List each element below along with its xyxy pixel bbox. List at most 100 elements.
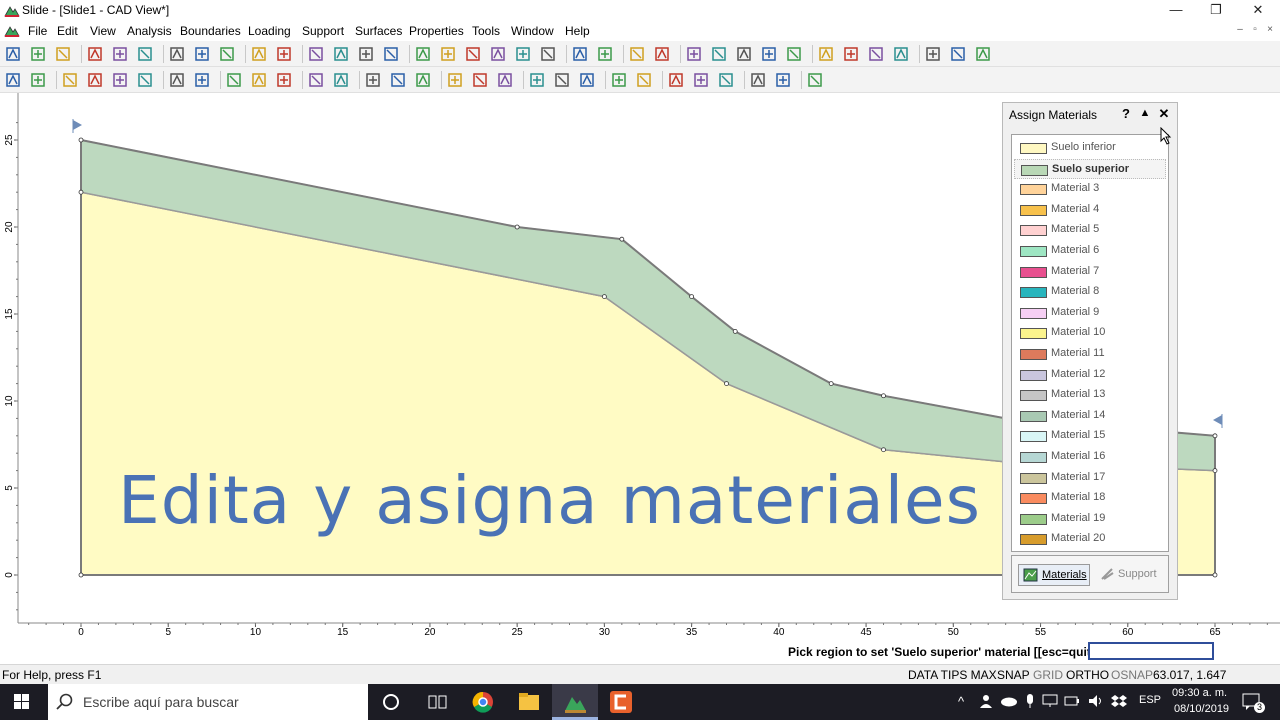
preview-icon[interactable] xyxy=(86,45,104,63)
knife-icon[interactable] xyxy=(892,45,910,63)
colors-icon[interactable] xyxy=(218,45,236,63)
erase-view-icon[interactable] xyxy=(382,45,400,63)
mdi-minimize-button[interactable]: – xyxy=(1232,24,1248,35)
snap2-icon[interactable] xyxy=(974,45,992,63)
save-icon[interactable] xyxy=(54,45,72,63)
cortana-icon[interactable] xyxy=(368,684,414,720)
tool-icon[interactable] xyxy=(332,45,350,63)
flag-icon[interactable] xyxy=(250,71,268,89)
add-vertex-icon[interactable] xyxy=(653,45,671,63)
taskbar-search-box[interactable]: Escribe aquí para buscar xyxy=(48,684,368,720)
ortho-toggle[interactable]: ORTHO xyxy=(1066,668,1109,682)
zoom-all-icon[interactable] xyxy=(414,45,432,63)
line-draw-icon[interactable] xyxy=(446,71,464,89)
menu-support[interactable]: Support xyxy=(302,23,344,39)
data-tips-toggle[interactable]: DATA TIPS MAX xyxy=(908,668,997,682)
camera-icon[interactable] xyxy=(357,45,375,63)
material-a-icon[interactable] xyxy=(86,71,104,89)
collapse-button[interactable]: ▲ xyxy=(1138,107,1152,119)
pencil-icon[interactable] xyxy=(528,71,546,89)
slope-icon[interactable] xyxy=(628,45,646,63)
arrow-draw-icon[interactable] xyxy=(471,71,489,89)
clock-time[interactable]: 09:30 a. m. xyxy=(1172,687,1227,699)
material-item[interactable]: Material 6 xyxy=(1014,241,1166,261)
angle-icon[interactable] xyxy=(749,71,767,89)
zoom-mouse-icon[interactable] xyxy=(571,45,589,63)
menu-surfaces[interactable]: Surfaces xyxy=(355,23,402,39)
scissor-icon[interactable] xyxy=(817,45,835,63)
grid-icon[interactable] xyxy=(364,71,382,89)
slide-taskbar-icon[interactable] xyxy=(552,684,598,720)
zoom-in-icon[interactable] xyxy=(439,45,457,63)
menu-help[interactable]: Help xyxy=(565,23,590,39)
undo-icon[interactable] xyxy=(250,45,268,63)
mdi-restore-button[interactable]: ▫ xyxy=(1247,24,1263,35)
settings-icon[interactable] xyxy=(29,71,47,89)
language-indicator[interactable]: ESP xyxy=(1139,694,1161,706)
maximize-button[interactable]: ❐ xyxy=(1196,0,1236,21)
copy-icon[interactable] xyxy=(168,45,186,63)
move-vertex-icon[interactable] xyxy=(760,45,778,63)
menu-file[interactable]: File xyxy=(28,23,47,39)
redo-icon[interactable] xyxy=(275,45,293,63)
hand-select-icon[interactable] xyxy=(307,71,325,89)
grid2-icon[interactable] xyxy=(389,71,407,89)
snap-icon[interactable] xyxy=(924,45,942,63)
material-item[interactable]: Material 4 xyxy=(1014,200,1166,220)
material-item[interactable]: Material 3 xyxy=(1014,179,1166,199)
dropbox-icon[interactable] xyxy=(1110,693,1128,709)
material-item[interactable]: Material 8 xyxy=(1014,282,1166,302)
tab-materials[interactable]: Materials xyxy=(1018,564,1090,586)
print-icon[interactable] xyxy=(111,45,129,63)
material-item[interactable]: Material 7 xyxy=(1014,262,1166,282)
pan-icon[interactable] xyxy=(307,45,325,63)
tree-icon[interactable] xyxy=(785,45,803,63)
zoom-prev-icon[interactable] xyxy=(514,45,532,63)
menu-boundaries[interactable]: Boundaries xyxy=(180,23,241,39)
material-item[interactable]: Material 20 xyxy=(1014,529,1166,549)
tray-chevron-icon[interactable]: ^ xyxy=(958,694,964,709)
minimize-button[interactable]: — xyxy=(1156,0,1196,21)
material-item[interactable]: Material 19 xyxy=(1014,509,1166,529)
image-icon[interactable] xyxy=(667,71,685,89)
material-item[interactable]: Material 17 xyxy=(1014,468,1166,488)
axis-icon[interactable] xyxy=(774,71,792,89)
polygon-icon[interactable] xyxy=(578,71,596,89)
file-explorer-icon[interactable] xyxy=(506,684,552,720)
tab-support[interactable]: Support xyxy=(1096,564,1164,586)
menu-loading[interactable]: Loading xyxy=(248,23,291,39)
ellipse-icon[interactable] xyxy=(635,71,653,89)
material-item[interactable]: Material 9 xyxy=(1014,303,1166,323)
camtasia-icon[interactable] xyxy=(598,684,644,720)
material-item[interactable]: Material 10 xyxy=(1014,323,1166,343)
grid3-icon[interactable] xyxy=(414,71,432,89)
zoom-next-icon[interactable] xyxy=(539,45,557,63)
triangle-icon[interactable] xyxy=(692,71,710,89)
material-item[interactable]: Material 12 xyxy=(1014,365,1166,385)
eraser-icon[interactable] xyxy=(806,71,824,89)
help-button[interactable]: ? xyxy=(1119,106,1133,121)
menu-view[interactable]: View xyxy=(90,23,116,39)
material-item[interactable]: Material 16 xyxy=(1014,447,1166,467)
grid-toggle[interactable]: GRID xyxy=(1033,668,1063,682)
material-item[interactable]: Material 5 xyxy=(1014,220,1166,240)
pin-icon[interactable] xyxy=(867,45,885,63)
material-stack-icon[interactable] xyxy=(61,71,79,89)
people-icon[interactable] xyxy=(978,693,994,709)
windows-start-icon[interactable] xyxy=(0,684,44,720)
table-icon[interactable] xyxy=(332,71,350,89)
material-c-icon[interactable] xyxy=(136,71,154,89)
network-icon[interactable] xyxy=(1042,694,1058,708)
arrows-icon[interactable] xyxy=(193,71,211,89)
dimension-icon[interactable] xyxy=(717,71,735,89)
menu-edit[interactable]: Edit xyxy=(57,23,78,39)
tile-icon[interactable] xyxy=(193,45,211,63)
task-view-icon[interactable] xyxy=(414,684,460,720)
material-b-icon[interactable] xyxy=(111,71,129,89)
snap-toggle[interactable]: SNAP xyxy=(997,668,1030,682)
material-item[interactable]: Material 15 xyxy=(1014,426,1166,446)
material-item[interactable]: Material 11 xyxy=(1014,344,1166,364)
material-item[interactable]: Material 13 xyxy=(1014,385,1166,405)
filter-icon[interactable] xyxy=(842,45,860,63)
material-item[interactable]: Suelo superior xyxy=(1014,158,1166,179)
